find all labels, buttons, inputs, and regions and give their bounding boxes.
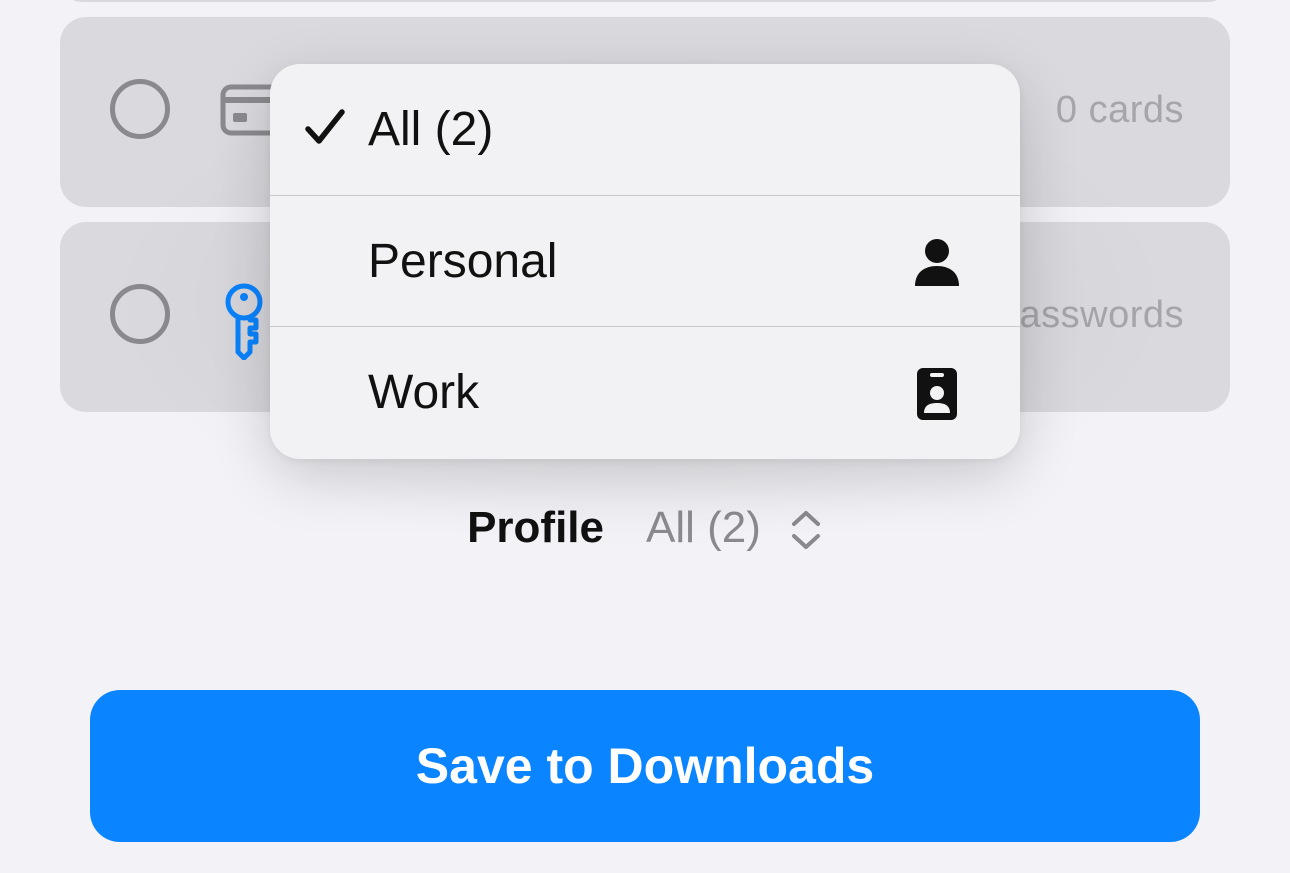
id-badge-icon (912, 367, 962, 421)
person-icon (912, 236, 962, 290)
export-screen: 0 cards asswords Profile All (2) All (2)… (0, 0, 1290, 873)
chevron-up-down-icon[interactable] (789, 508, 823, 552)
profile-dropdown-menu: All (2) Personal Work (270, 64, 1020, 459)
menu-item-personal[interactable]: Personal (270, 195, 1020, 327)
menu-item-label: Personal (368, 235, 558, 288)
menu-item-all[interactable]: All (2) (270, 64, 1020, 195)
profile-value[interactable]: All (2) (646, 503, 761, 553)
passwords-count: asswords (1019, 294, 1184, 336)
menu-item-label: All (2) (368, 103, 494, 156)
previous-row-edge (60, 0, 1230, 2)
menu-item-work[interactable]: Work (270, 326, 1020, 458)
checkmark-icon (304, 107, 346, 149)
radio-button-cards[interactable] (110, 79, 170, 139)
menu-item-label: Work (368, 366, 480, 419)
save-to-downloads-button[interactable]: Save to Downloads (90, 690, 1200, 842)
cards-count: 0 cards (1055, 89, 1184, 131)
profile-label: Profile (467, 503, 604, 552)
radio-button-passwords[interactable] (110, 284, 170, 344)
profile-picker[interactable]: Profile All (2) (0, 498, 1290, 558)
